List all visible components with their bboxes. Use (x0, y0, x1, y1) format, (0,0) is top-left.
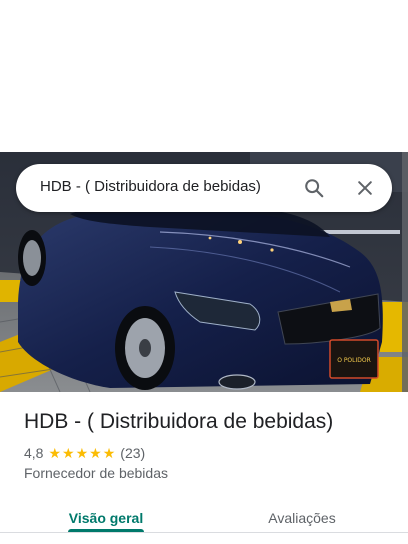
place-category: Fornecedor de bebidas (24, 465, 168, 481)
review-count[interactable]: (23) (120, 445, 145, 461)
place-info-panel: HDB - ( Distribuidora de bebidas) 4,8 ★ … (0, 392, 408, 544)
search-icon (305, 179, 324, 198)
tabs-divider (0, 532, 408, 533)
place-tabs: Visão geral Avaliações (0, 496, 408, 544)
star-icon: ★ (102, 445, 116, 461)
tab-overview[interactable]: Visão geral (68, 496, 144, 540)
star-icon: ★ (48, 445, 62, 461)
star-icon: ★ (89, 445, 102, 461)
tab-reviews[interactable]: Avaliações (262, 496, 342, 540)
close-icon (358, 181, 372, 195)
photo-scrollbar[interactable] (402, 152, 408, 392)
star-rating: ★ ★ ★ ★ ★ (48, 446, 115, 460)
photo-sign-text: O POLIDOR (337, 357, 371, 364)
search-bar[interactable]: HDB - ( Distribuidora de bebidas) (16, 164, 392, 212)
search-query-text[interactable]: HDB - ( Distribuidora de bebidas) (40, 178, 261, 195)
rating-value: 4,8 (24, 445, 44, 461)
clear-search-button[interactable] (353, 176, 377, 200)
rating-row[interactable]: 4,8 ★ ★ ★ ★ ★ (23) (24, 445, 145, 461)
search-button[interactable] (302, 176, 326, 200)
star-icon: ★ (62, 445, 75, 461)
place-title: HDB - ( Distribuidora de bebidas) (24, 410, 334, 433)
star-icon: ★ (75, 445, 89, 461)
